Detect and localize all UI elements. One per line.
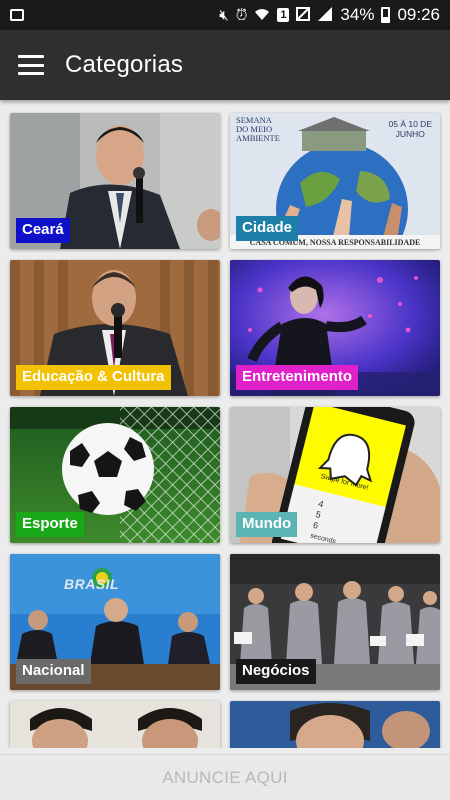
- battery-percent: 34%: [340, 5, 375, 24]
- category-card-negocios[interactable]: Negócios: [230, 554, 440, 690]
- category-card-educacao-cultura[interactable]: Educação & Cultura: [10, 260, 220, 396]
- advertise-button[interactable]: ANUNCIE AQUI: [0, 754, 450, 800]
- category-card-cidade[interactable]: SEMANA DO MEIO AMBIENTE 05 À 10 DE JUNHO…: [230, 113, 440, 249]
- category-label: Esporte: [16, 512, 84, 537]
- category-card-nacional[interactable]: BRASIL Nacional: [10, 554, 220, 690]
- wifi-icon: [254, 7, 270, 24]
- category-card-partial-right[interactable]: [230, 701, 440, 748]
- category-label: Cidade: [236, 216, 299, 241]
- category-card-esporte[interactable]: Esporte: [10, 407, 220, 543]
- advertise-label: ANUNCIE AQUI: [162, 767, 288, 787]
- alarm-icon: ⏰︎: [235, 6, 248, 24]
- category-card-entretenimento[interactable]: Entretenimento: [230, 260, 440, 396]
- category-grid: Ceará SEMANA DO MEIO AMBIENTE 05 À 10 DE…: [0, 100, 450, 748]
- battery-icon: [381, 7, 391, 23]
- category-label: Nacional: [16, 659, 91, 684]
- clock: 09:26: [397, 5, 440, 24]
- cidade-poster-title: SEMANA DO MEIO AMBIENTE: [236, 115, 280, 143]
- sim-badge-icon: 1: [277, 8, 290, 22]
- mute-icon: 🔇︎: [219, 6, 229, 24]
- no-sim-icon: [296, 6, 311, 24]
- category-label: Ceará: [16, 218, 70, 243]
- category-label: Mundo: [236, 512, 298, 537]
- cidade-poster-date: 05 À 10 DE JUNHO: [388, 119, 432, 139]
- category-card-mundo[interactable]: Swipe for more! 4 5 6 seconds Mundo: [230, 407, 440, 543]
- partial-right-photo: [230, 701, 440, 748]
- category-label: Entretenimento: [236, 365, 359, 390]
- app-bar: Categorias: [0, 30, 450, 100]
- category-label: Educação & Cultura: [16, 365, 171, 390]
- hamburger-menu-icon[interactable]: [18, 55, 44, 75]
- category-label: Negócios: [236, 659, 316, 684]
- category-card-partial-left[interactable]: [10, 701, 220, 748]
- partial-left-photo: [10, 701, 220, 748]
- status-bar: 🔇︎ ⏰︎ 1 34% 09:26: [0, 0, 450, 30]
- page-title: Categorias: [65, 51, 184, 78]
- category-card-ceara[interactable]: Ceará: [10, 113, 220, 249]
- gallery-notification-icon: [10, 9, 24, 21]
- signal-icon: [317, 6, 333, 24]
- nacional-banner-text: BRASIL: [64, 576, 120, 592]
